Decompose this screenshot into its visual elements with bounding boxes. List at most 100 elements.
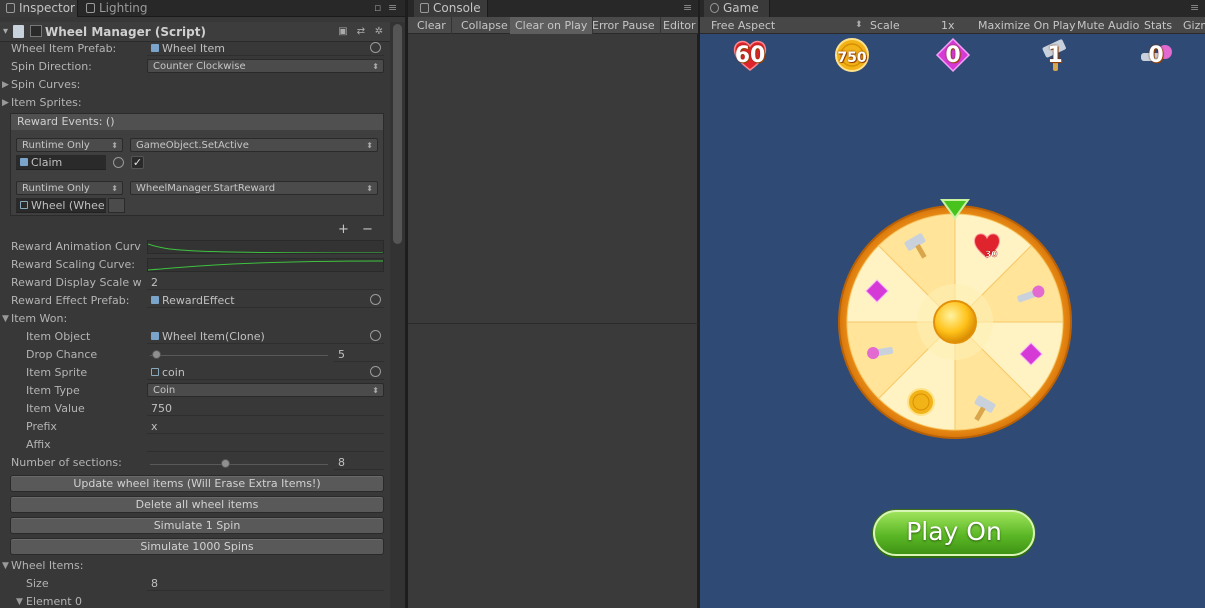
simulate-1000-spins-button[interactable]: Simulate 1000 Spins [10,538,384,555]
dropdown-arrow-icon: ⬍ [372,386,379,395]
event-mode-dropdown[interactable]: Runtime Only ⬍ [16,181,123,195]
console-error-pause-toggle[interactable]: Error Pause [587,17,661,34]
object-picker-icon[interactable] [370,366,381,377]
component-enabled-checkbox[interactable] [30,25,42,37]
scaling-curve-graph [148,260,383,271]
item-value-label: Item Value [26,402,85,415]
panel-menu-icon[interactable]: ≡ [683,1,692,14]
console-clear-button[interactable]: Clear [412,17,452,34]
prefab-icon [151,44,159,52]
object-picker-icon[interactable] [113,157,124,168]
item-sprite-field[interactable]: coin [147,365,384,380]
foldout-open-icon[interactable]: ▼ [16,597,23,607]
event-target-value: Wheel (Whee [31,199,105,212]
event-mode-dropdown[interactable]: Runtime Only ⬍ [16,138,123,152]
maximize-on-play-toggle[interactable]: Maximize On Play [978,17,1076,34]
drop-chance-field[interactable]: 5 [334,347,384,362]
wheel-items-size-field[interactable]: 8 [147,576,384,591]
event-target-field[interactable]: Claim [16,155,106,170]
play-on-button[interactable]: Play On [873,510,1035,556]
tab-game[interactable]: Game [704,0,770,17]
item-won-label[interactable]: Item Won: [11,310,67,327]
object-picker-icon[interactable] [370,294,381,305]
foldout-open-icon[interactable]: ▼ [2,314,9,324]
reward-effect-prefab-label: Reward Effect Prefab: [11,294,130,307]
prefix-field[interactable]: x [147,419,384,434]
tab-console[interactable]: Console [414,0,488,17]
spin-direction-dropdown[interactable]: Counter Clockwise ⬍ [147,59,384,73]
tab-console-label: Console [433,1,481,15]
sections-slider[interactable] [150,464,328,465]
settings-gear-icon[interactable]: ✲ [373,26,385,38]
object-picker-icon[interactable] [108,198,125,213]
console-collapse-button[interactable]: Collapse [456,17,514,34]
mute-audio-toggle[interactable]: Mute Audio [1077,17,1139,34]
hud-keys: 0 [1138,37,1174,75]
reward-display-scale-field[interactable]: 2 [147,275,384,290]
panel-menu-icon[interactable]: ≡ [388,1,397,14]
event-mode-value: Runtime Only [22,183,90,194]
console-clear-on-play-toggle[interactable]: Clear on Play [510,17,594,34]
event-target-field[interactable]: Wheel (Whee [16,198,106,213]
wheel-item-coin-icon [907,388,935,416]
update-wheel-items-button[interactable]: Update wheel items (Will Erase Extra Ite… [10,475,384,492]
prize-wheel[interactable]: 30 [835,192,1075,442]
aspect-dropdown[interactable]: Free Aspect [711,17,775,34]
panel-menu-icon[interactable]: ≡ [1190,1,1199,14]
tab-inspector[interactable]: Inspector [0,0,78,17]
simulate-1-spin-button[interactable]: Simulate 1 Spin [10,517,384,534]
add-event-button[interactable]: + [338,222,349,237]
tab-lighting[interactable]: Lighting [80,0,160,17]
wheel-item-prefab-field[interactable]: Wheel Item [147,41,384,56]
lock-icon[interactable]: ▫ [374,1,381,14]
inspector-panel: Inspector Lighting ▫ ≡ ▾ Wheel Manager (… [0,0,405,608]
sections-field[interactable]: 8 [334,455,384,470]
drop-chance-slider-handle[interactable] [152,350,161,359]
remove-event-button[interactable]: − [362,222,373,237]
game-view[interactable]: 60 750 0 1 0 30 Play On [700,34,1205,608]
console-editor-dropdown[interactable]: Editor [658,17,702,34]
element-0-label[interactable]: Element 0 [26,593,82,608]
animation-curve-graph [148,243,383,253]
drop-chance-label: Drop Chance [26,348,98,361]
console-splitter[interactable] [408,323,698,324]
reward-effect-prefab-field[interactable]: RewardEffect [147,293,384,308]
foldout-arrow-icon[interactable]: ▶ [2,98,9,108]
object-picker-icon[interactable] [370,42,381,53]
event-bool-checkbox[interactable]: ✓ [131,156,144,169]
hud-coins: 750 [834,37,870,75]
event-function-dropdown[interactable]: WheelManager.StartReward ⬍ [130,181,378,195]
stats-toggle[interactable]: Stats [1144,17,1172,34]
affix-field[interactable] [147,437,384,452]
item-object-field[interactable]: Wheel Item(Clone) [147,329,384,344]
gizmos-dropdown[interactable]: Gizmos [1183,17,1205,34]
component-header[interactable]: ▾ Wheel Manager (Script) ▣ ⇄ ✲ [0,22,390,42]
item-sprites-label[interactable]: Item Sprites: [11,94,82,111]
event-function-dropdown[interactable]: GameObject.SetActive ⬍ [130,138,378,152]
sprite-icon [151,368,159,376]
preset-icon[interactable]: ⇄ [355,26,367,38]
prefab-icon [151,296,159,304]
console-toolbar: Clear Collapse Clear on Play Error Pause… [408,17,702,34]
hud-coins-value: 750 [837,50,867,66]
foldout-open-icon[interactable]: ▼ [2,561,9,571]
scale-label: Scale [870,19,900,32]
item-type-dropdown[interactable]: Coin ⬍ [147,383,384,397]
reward-scaling-curve-field[interactable] [147,258,384,272]
reward-animation-curve-field[interactable] [147,240,384,254]
foldout-arrow-icon[interactable]: ▶ [2,80,9,90]
inspector-scrollbar[interactable] [390,22,405,608]
spin-curves-label[interactable]: Spin Curves: [11,76,80,93]
fold-down-icon[interactable]: ▾ [3,26,8,37]
wheel-items-label[interactable]: Wheel Items: [11,557,83,574]
inspector-scroll-thumb[interactable] [393,24,402,244]
delete-wheel-items-button[interactable]: Delete all wheel items [10,496,384,513]
object-picker-icon[interactable] [370,330,381,341]
drop-chance-slider[interactable] [150,355,328,356]
help-icon[interactable]: ▣ [337,26,349,38]
wheel-items-size-label: Size [26,577,49,590]
spin-direction-label: Spin Direction: [11,60,92,73]
item-value-field[interactable]: 750 [147,401,384,416]
sections-slider-handle[interactable] [221,459,230,468]
aspect-value: Free Aspect [711,19,776,32]
